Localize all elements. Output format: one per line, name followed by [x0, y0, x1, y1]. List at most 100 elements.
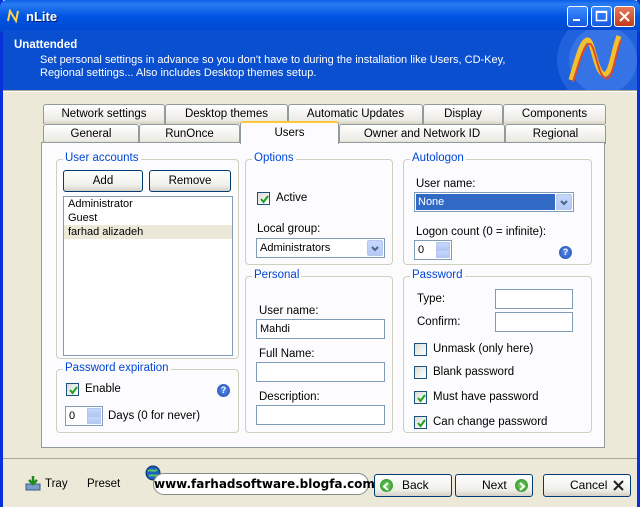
window-title: nLite [26, 9, 58, 24]
list-item[interactable]: Guest [64, 211, 232, 225]
password-confirm-label: Confirm: [417, 316, 461, 328]
nlite-logo-icon [557, 30, 637, 90]
options-title: Options [252, 152, 296, 164]
checkmark-icon [417, 394, 426, 403]
must-have-password-label: Must have password [433, 391, 539, 403]
preset-label[interactable]: Preset [87, 478, 120, 490]
page-title: Unattended [14, 39, 78, 51]
autologon-username-label: User name: [416, 178, 476, 190]
password-expiration-title: Password expiration [63, 362, 171, 374]
logon-count-stepper[interactable]: 0 [414, 240, 452, 260]
enable-expiration-label: Enable [85, 383, 121, 395]
password-type-label: Type: [417, 293, 446, 305]
password-group: Password Type: Confirm: Unmask (only her… [403, 269, 592, 433]
password-title: Password [410, 269, 465, 281]
cancel-button[interactable]: Cancel [543, 474, 631, 497]
active-label: Active [276, 192, 308, 204]
personal-group: Personal User name: Mahdi Full Name: Des… [245, 269, 393, 433]
autologon-title: Autologon [410, 152, 466, 164]
user-accounts-list[interactable]: Administrator Guest farhad alizadeh [63, 196, 233, 356]
close-button[interactable] [614, 6, 635, 27]
spin-arrows-icon[interactable] [87, 408, 101, 424]
blank-password-checkbox[interactable] [414, 366, 427, 379]
tab-runonce[interactable]: RunOnce [139, 124, 240, 144]
must-have-password-checkbox[interactable] [414, 391, 427, 404]
personal-title: Personal [252, 269, 302, 281]
local-group-label: Local group: [257, 223, 321, 235]
autologon-username-select[interactable]: None [414, 192, 574, 212]
autologon-username-value: None [416, 194, 555, 210]
expiration-days-stepper[interactable]: 0 [65, 406, 103, 426]
close-x-icon [613, 480, 624, 491]
active-checkbox[interactable] [257, 192, 270, 205]
user-accounts-title: User accounts [63, 152, 141, 164]
expiration-days-value: 0 [69, 410, 76, 422]
main-window: nLite Unattended Set personal settings i… [0, 0, 640, 507]
help-icon[interactable]: ? [217, 384, 230, 397]
tray-download-icon[interactable] [25, 475, 41, 491]
local-group-value: Administrators [260, 242, 331, 254]
password-expiration-group: Password expiration Enable ? 0 Days (0 f… [56, 362, 239, 433]
add-user-button[interactable]: Add [63, 170, 143, 192]
tab-users[interactable]: Users [240, 121, 339, 144]
unmask-label: Unmask (only here) [433, 343, 534, 355]
arrow-left-icon [380, 479, 393, 492]
remove-user-button[interactable]: Remove [149, 170, 231, 192]
description-input[interactable] [256, 405, 385, 425]
checkmark-icon [260, 195, 269, 204]
can-change-password-label: Can change password [433, 416, 548, 428]
can-change-password-checkbox[interactable] [414, 416, 427, 429]
back-button[interactable]: Back [374, 474, 452, 497]
tab-general[interactable]: General [43, 124, 139, 144]
list-item[interactable]: farhad alizadeh [64, 225, 232, 239]
checkmark-icon [69, 386, 78, 395]
tab-components[interactable]: Components [503, 104, 606, 124]
arrow-right-icon [515, 479, 528, 492]
local-group-select[interactable]: Administrators [256, 238, 385, 258]
nlite-app-icon [7, 9, 19, 23]
website-url-banner[interactable]: www.farhadsoftware.blogfa.com [153, 473, 375, 495]
options-group: Options Active Local group: Administrato… [245, 152, 393, 265]
unmask-checkbox[interactable] [414, 343, 427, 356]
help-icon[interactable]: ? [559, 246, 572, 259]
next-label: Next [482, 478, 507, 492]
full-name-label: Full Name: [259, 348, 315, 360]
chevron-down-icon[interactable] [367, 240, 383, 256]
tab-regional[interactable]: Regional [505, 124, 606, 144]
page-header: Unattended Set personal settings in adva… [3, 30, 637, 90]
full-name-input[interactable] [256, 362, 385, 382]
close-icon [619, 11, 630, 22]
minimize-icon [573, 19, 580, 21]
list-item[interactable]: Administrator [64, 197, 232, 211]
autologon-group: Autologon User name: None Logon count (0… [403, 152, 592, 265]
blank-password-label: Blank password [433, 366, 515, 378]
maximize-button[interactable] [591, 6, 612, 27]
expiration-days-label: Days (0 for never) [108, 410, 201, 422]
logon-count-label: Logon count (0 = infinite): [416, 226, 547, 238]
description-label: Description: [259, 391, 320, 403]
tab-display[interactable]: Display [423, 104, 503, 124]
title-bar[interactable]: nLite [0, 0, 640, 33]
next-button[interactable]: Next [455, 474, 533, 497]
tab-network-settings[interactable]: Network settings [43, 104, 165, 124]
user-accounts-group: User accounts Add Remove Administrator G… [56, 152, 239, 359]
users-tab-panel: User accounts Add Remove Administrator G… [41, 142, 605, 448]
enable-expiration-checkbox[interactable] [66, 383, 79, 396]
password-confirm-input[interactable] [495, 312, 573, 332]
page-description: Set personal settings in advance so you … [40, 54, 506, 79]
personal-username-label: User name: [259, 305, 319, 317]
chevron-down-icon[interactable] [556, 194, 572, 210]
header-divider [3, 90, 637, 92]
back-label: Back [402, 478, 429, 492]
tray-label[interactable]: Tray [45, 478, 68, 490]
cancel-label: Cancel [570, 478, 608, 492]
tab-owner-network-id[interactable]: Owner and Network ID [339, 124, 505, 144]
password-type-input[interactable] [495, 289, 573, 309]
logon-count-value: 0 [418, 244, 425, 256]
personal-username-input[interactable]: Mahdi [256, 319, 385, 339]
minimize-button[interactable] [567, 6, 588, 27]
maximize-icon [595, 10, 608, 22]
footer-bar: Tray Preset www.farhadsoftware.blogfa.co… [3, 458, 637, 507]
spin-arrows-icon[interactable] [436, 242, 450, 258]
checkmark-icon [417, 419, 426, 428]
